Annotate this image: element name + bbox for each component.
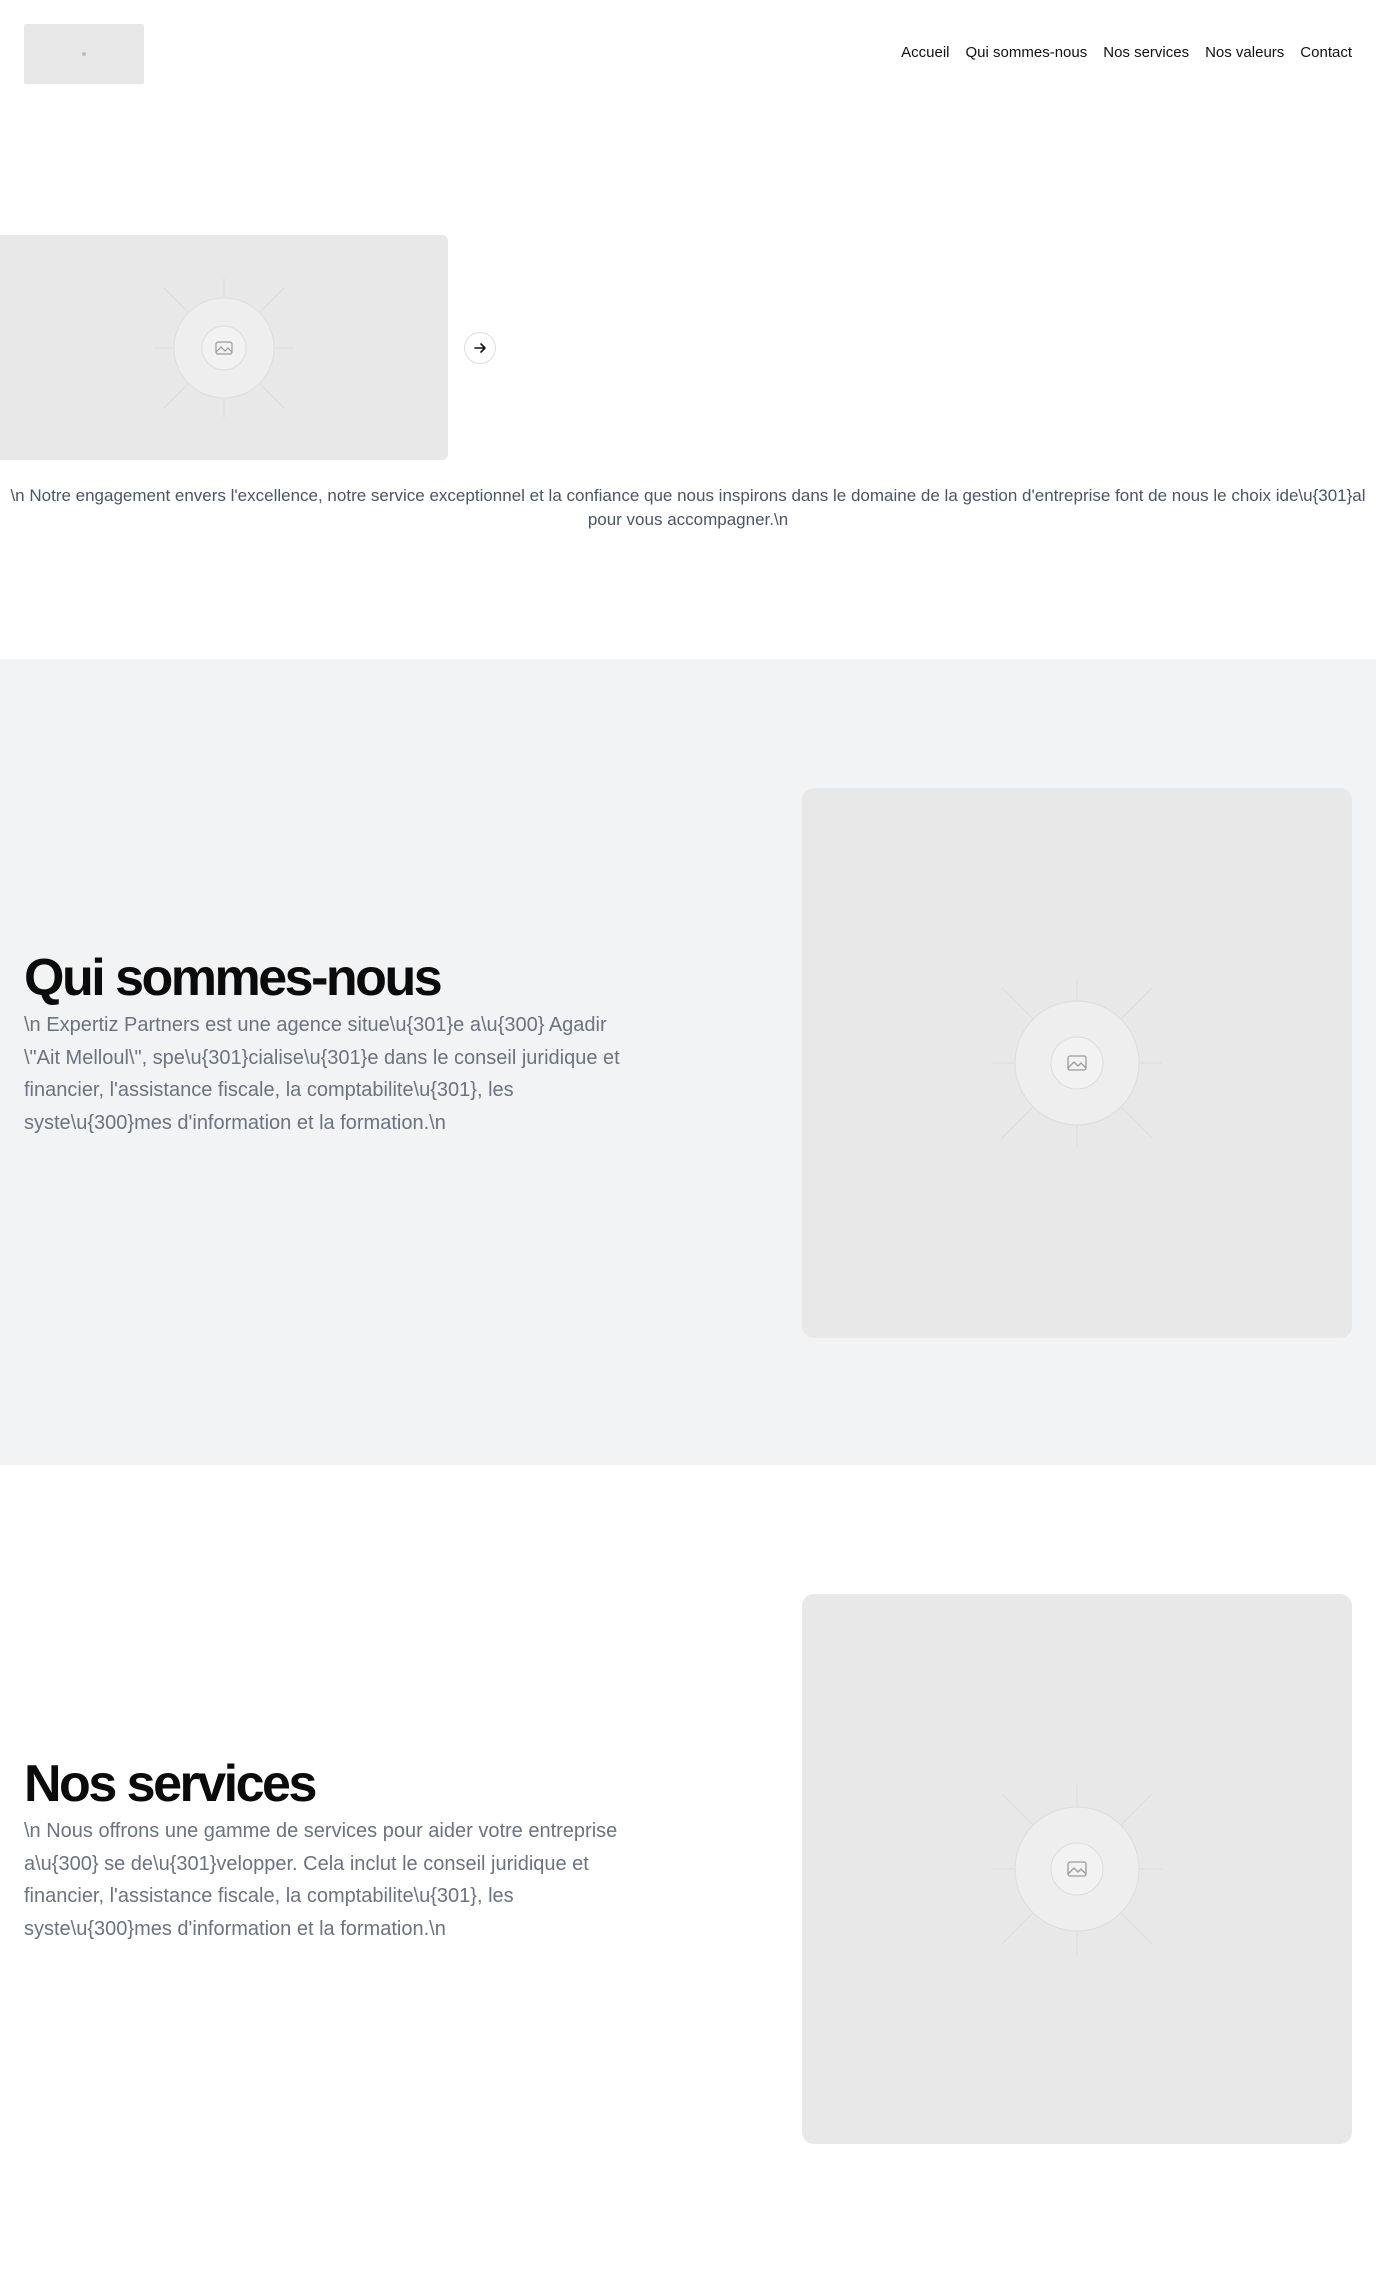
about-description: \n Expertiz Partners est une agence situ… (24, 1014, 620, 1134)
image-placeholder-icon (154, 277, 294, 418)
image-placeholder-icon (992, 978, 1162, 1148)
about-title: Qui sommes-nous (24, 949, 443, 1007)
nav-accueil[interactable]: Accueil (901, 42, 949, 64)
arrow-right-icon (474, 343, 486, 353)
nav-contact[interactable]: Contact (1300, 42, 1352, 64)
services-image (802, 1594, 1352, 2144)
nav-nos-services[interactable]: Nos services (1103, 42, 1189, 64)
about-image (802, 788, 1352, 1338)
hero-description: \n Notre engagement envers l'excellence,… (10, 486, 1366, 529)
site-header: Accueil Qui sommes-nous Nos services Nos… (0, 0, 1376, 108)
services-description: \n Nous offrons une gamme de services po… (24, 1820, 618, 1940)
main-nav: Accueil Qui sommes-nous Nos services Nos… (901, 42, 1352, 64)
logo[interactable] (24, 24, 144, 84)
hero-image (0, 235, 448, 460)
image-placeholder-icon (992, 1784, 1162, 1954)
next-slide-button[interactable] (464, 332, 496, 364)
nav-nos-valeurs[interactable]: Nos valeurs (1205, 42, 1284, 64)
nav-qui-sommes-nous[interactable]: Qui sommes-nous (966, 42, 1088, 64)
image-placeholder-icon (82, 52, 86, 56)
services-title: Nos services (24, 1755, 317, 1813)
